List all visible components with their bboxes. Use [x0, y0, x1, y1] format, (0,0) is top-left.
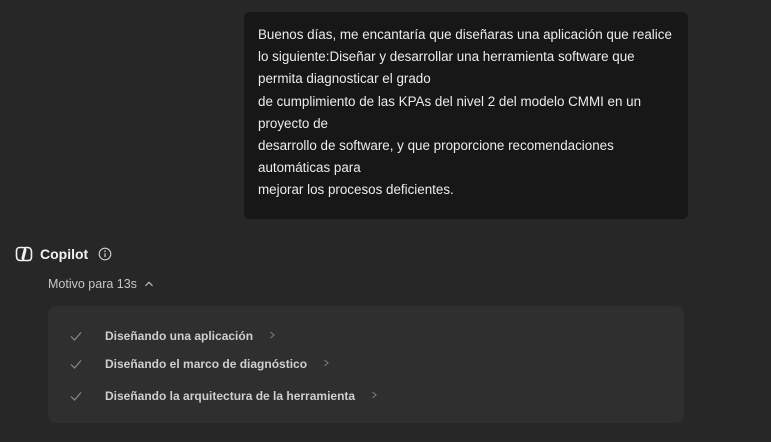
user-message-bubble: Buenos días, me encantaría que diseñaras… — [244, 12, 688, 219]
user-message-line: lo siguiente:Diseñar y desarrollar una h… — [258, 49, 635, 65]
reasoning-step-label: Diseñando la arquitectura de la herramie… — [105, 389, 378, 403]
check-icon — [70, 332, 82, 341]
chevron-right-icon — [270, 331, 276, 339]
reasoning-duration-label: Motivo para 13s — [48, 277, 137, 291]
reasoning-step-text: Diseñando una aplicación — [105, 329, 254, 343]
user-message-line: Buenos días, me encantaría que diseñaras… — [258, 27, 672, 42]
reasoning-step-label: Diseñando el marco de diagnóstico — [105, 357, 330, 371]
chevron-right-icon — [372, 391, 378, 399]
reasoning-toggle[interactable]: Motivo para 13s — [48, 277, 154, 291]
user-message-line: automáticas para — [258, 160, 361, 176]
reasoning-steps-panel: Diseñando una aplicación Diseñando el ma… — [48, 306, 684, 423]
chat-page: Buenos días, me encantaría que diseñaras… — [0, 0, 771, 442]
assistant-header: Copilot — [14, 244, 112, 264]
chevron-up-icon — [145, 281, 153, 287]
reasoning-step-text: Diseñando la arquitectura de la herramie… — [105, 389, 356, 403]
assistant-name: Copilot — [40, 246, 89, 262]
chevron-right-icon — [324, 359, 330, 367]
reasoning-step-text: Diseñando el marco de diagnóstico — [105, 357, 308, 371]
copilot-logo-icon — [15, 246, 33, 262]
user-message-line: permita diagnosticar el grado — [258, 71, 431, 87]
user-message-line: proyecto de — [258, 115, 328, 131]
reasoning-step-label: Diseñando una aplicación — [105, 329, 276, 343]
user-message-line: desarrollo de software, y que proporcion… — [258, 138, 614, 154]
check-icon — [70, 360, 82, 369]
user-message-line: de cumplimiento de las KPAs del nivel 2 … — [258, 93, 642, 109]
check-icon — [70, 392, 82, 401]
user-message-line: mejorar los procesos deficientes. — [258, 182, 454, 198]
info-icon[interactable] — [98, 247, 112, 261]
